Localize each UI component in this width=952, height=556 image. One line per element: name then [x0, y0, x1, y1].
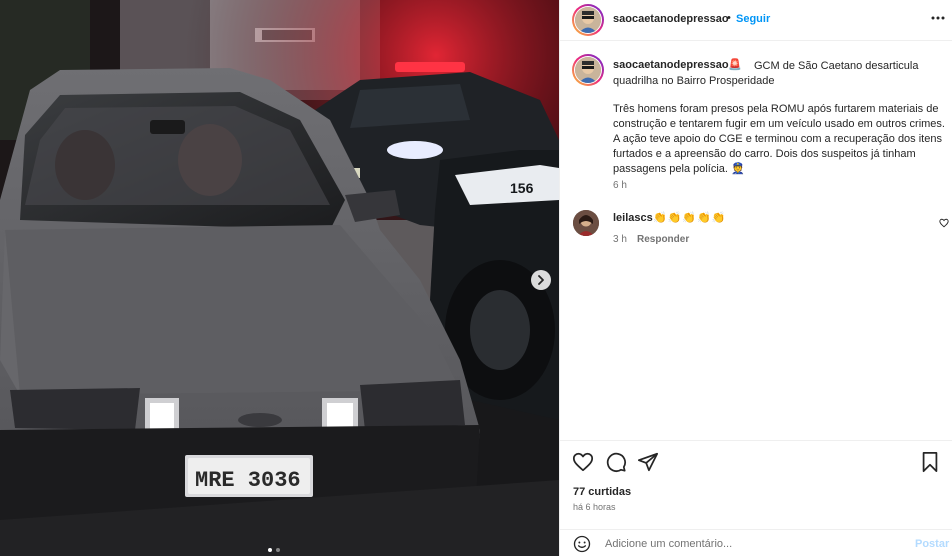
comment-timestamp: 3 h: [613, 234, 627, 245]
comment-text: 👏👏👏👏👏: [653, 212, 727, 224]
license-plate-text: MRE 3036: [195, 468, 301, 493]
author-username[interactable]: saocaetanodepressao: [613, 13, 729, 25]
caption-timestamp: 6 h: [613, 180, 627, 191]
comment-bubble-icon[interactable]: [605, 451, 627, 473]
caption-author-avatar[interactable]: [572, 54, 604, 86]
carousel-indicator: [268, 548, 280, 552]
carousel-dot-1: [268, 548, 272, 552]
svg-text:156: 156: [510, 180, 534, 196]
instagram-post-modal: 156 MRE 3036 saocaetanodepressao • Segui…: [0, 0, 952, 556]
smiley-icon[interactable]: [573, 535, 591, 553]
post-side-panel: saocaetanodepressao • Seguir saocaetanod…: [559, 0, 952, 556]
avatar-image: [573, 210, 599, 236]
avatar-image: [575, 7, 601, 33]
avatar-image: [575, 57, 601, 83]
post-date: há 6 horas: [573, 502, 616, 512]
night-car-photo: 156 MRE 3036: [0, 0, 559, 556]
heart-icon[interactable]: [572, 451, 594, 473]
bookmark-icon[interactable]: [919, 451, 941, 473]
carousel-dot-2: [276, 548, 280, 552]
commenter-avatar[interactable]: [573, 210, 599, 236]
follow-separator: •: [727, 12, 731, 24]
caption-title: GCM de São Caetano desarticula quadrilha…: [613, 59, 943, 89]
caption-title-text: GCM de São Caetano desarticula quadrilha…: [613, 60, 919, 87]
author-avatar[interactable]: [572, 4, 604, 36]
more-horizontal-icon[interactable]: [930, 10, 946, 26]
reply-button[interactable]: Responder: [637, 234, 689, 245]
comment-input[interactable]: [605, 536, 905, 552]
post-header: saocaetanodepressao • Seguir: [560, 0, 952, 41]
chevron-right-icon: [538, 275, 544, 285]
comment-username[interactable]: leilascs: [613, 212, 653, 224]
comment-composer: Postar: [560, 529, 952, 556]
caption-body: Três homens foram presos pela ROMU após …: [613, 103, 945, 175]
comment-like-heart-icon[interactable]: [939, 218, 949, 228]
post-photo: 156 MRE 3036: [0, 0, 559, 556]
post-comment-button[interactable]: Postar: [915, 538, 949, 550]
post-actions: 77 curtidas há 6 horas: [560, 440, 952, 529]
follow-button[interactable]: Seguir: [736, 13, 770, 25]
paper-plane-icon[interactable]: [637, 451, 659, 473]
carousel-next-button[interactable]: [531, 270, 551, 290]
like-count[interactable]: 77 curtidas: [573, 486, 631, 498]
